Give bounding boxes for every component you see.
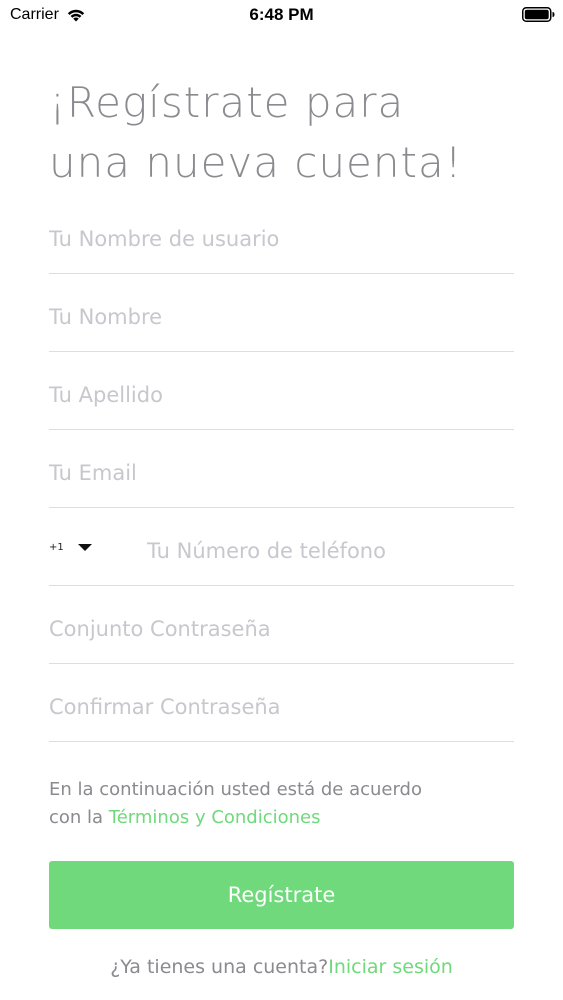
confirm-password-field-row [49,664,514,742]
confirm-password-input[interactable] [49,695,514,719]
email-field-row [49,430,514,508]
register-button[interactable]: Regístrate [49,861,514,929]
terms-text-line-1: En la continuación usted está de acuerdo [49,779,422,800]
phone-input[interactable] [147,539,507,563]
chevron-down-icon[interactable] [78,544,92,551]
login-question: ¿Ya tienes una cuenta? [110,956,329,978]
status-bar: Carrier 6:48 PM [0,0,563,30]
signup-form: +1 [49,196,514,742]
firstname-field-row [49,274,514,352]
phone-field-row: +1 [49,508,514,586]
firstname-input[interactable] [49,305,514,329]
email-input[interactable] [49,461,514,485]
battery-icon [522,7,555,22]
username-input[interactable] [49,227,514,251]
lastname-input[interactable] [49,383,514,407]
page-title: ¡Regístrate para una nueva cuenta! [49,73,529,193]
terms-notice: En la continuación usted está de acuerdo… [49,776,519,832]
password-input[interactable] [49,617,514,641]
page-title-line-1: ¡Regístrate para [49,78,405,127]
login-link[interactable]: Iniciar sesión [328,956,453,978]
status-time: 6:48 PM [249,5,314,24]
terms-text-prefix: con la [49,807,109,828]
password-field-row [49,586,514,664]
terms-link[interactable]: Términos y Condiciones [109,807,321,828]
page-title-line-2: una nueva cuenta! [49,138,463,187]
lastname-field-row [49,352,514,430]
username-field-row [49,196,514,274]
login-prompt: ¿Ya tienes una cuenta?Iniciar sesión [0,956,563,978]
country-code-selector[interactable]: +1 [49,542,64,553]
